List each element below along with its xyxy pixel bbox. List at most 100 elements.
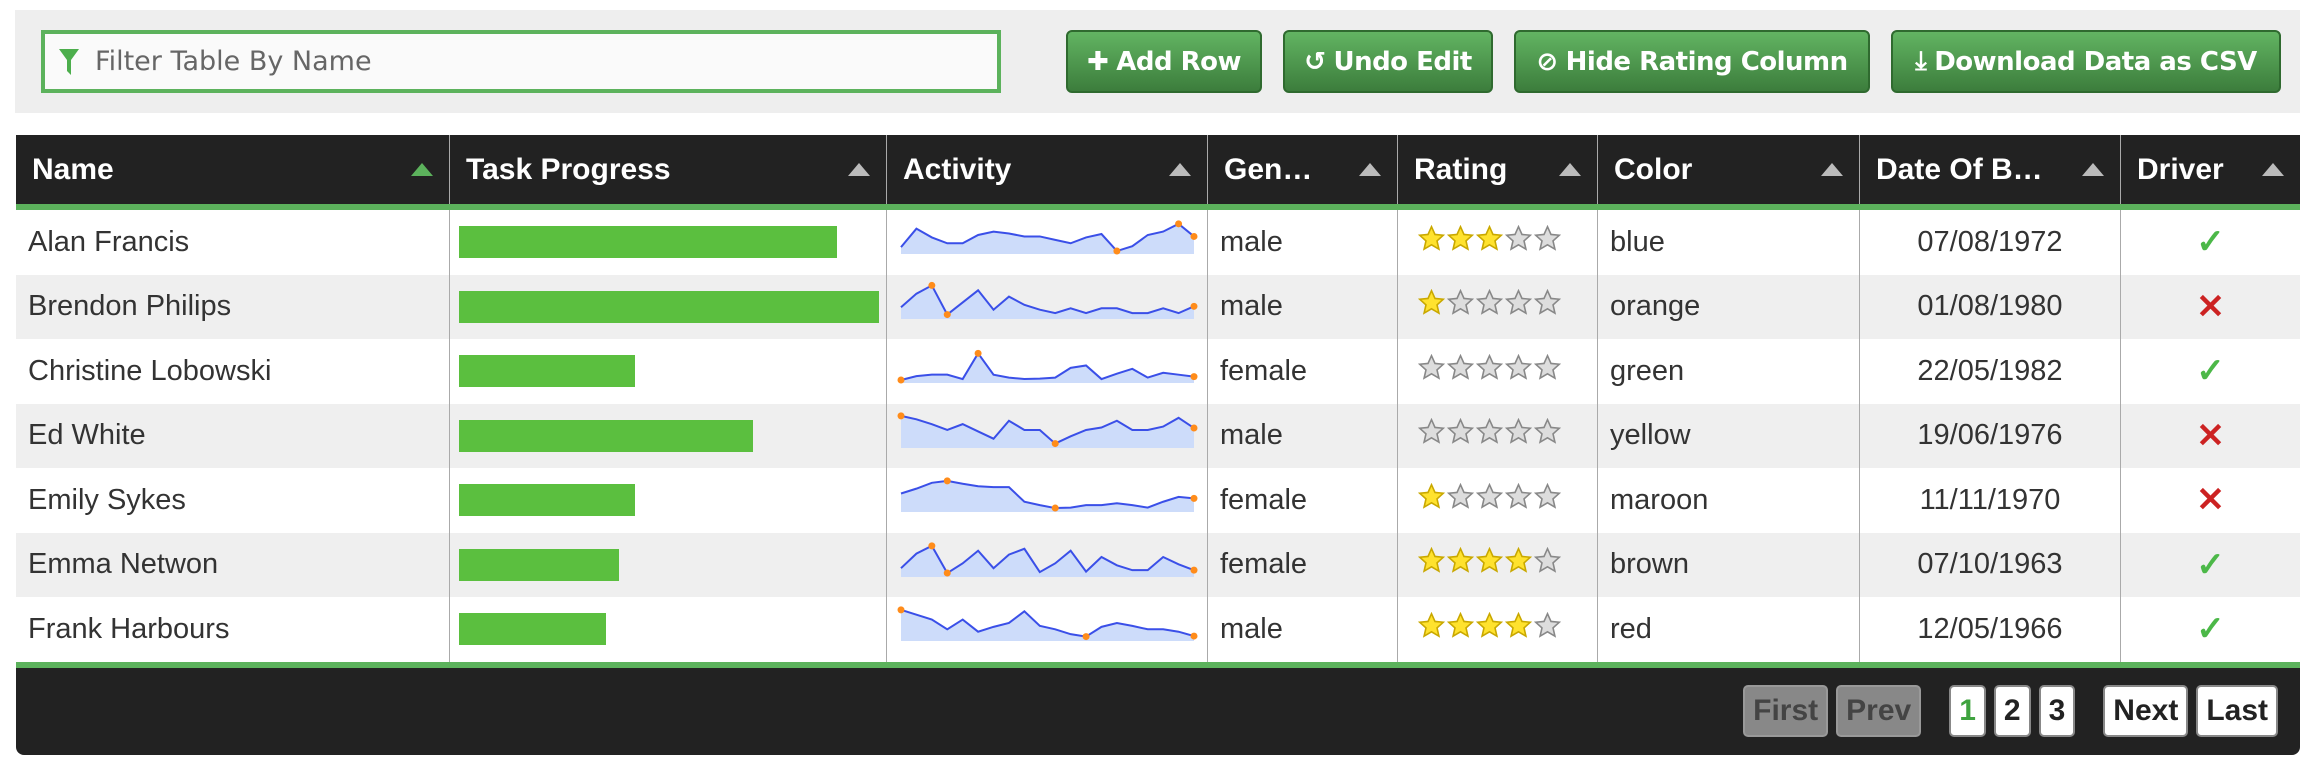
table-row[interactable]: Frank Harbours male red 12/05/1966 ✓: [16, 597, 2300, 662]
sort-arrow-icon[interactable]: [2262, 163, 2284, 176]
cell-name[interactable]: Brendon Philips: [16, 274, 450, 339]
cell-activity[interactable]: [887, 210, 1208, 275]
cell-dob[interactable]: 01/08/1980: [1860, 274, 2121, 339]
cell-color[interactable]: green: [1598, 339, 1860, 404]
cell-name[interactable]: Christine Lobowski: [16, 339, 450, 404]
cell-activity[interactable]: [887, 532, 1208, 597]
page-button-3[interactable]: 3: [2038, 685, 2076, 737]
column-header-progress[interactable]: Task Progress: [450, 135, 887, 204]
cell-dob[interactable]: 11/11/1970: [1860, 468, 2121, 533]
cell-gender[interactable]: female: [1208, 532, 1398, 597]
first-page-button[interactable]: First: [1743, 685, 1829, 737]
filter-input[interactable]: [95, 46, 975, 77]
column-header-gender[interactable]: Gen…: [1208, 135, 1398, 204]
table-row[interactable]: Emily Sykes female maroon 11/11/1970 ✕: [16, 468, 2300, 533]
sort-arrow-icon[interactable]: [411, 163, 433, 176]
cell-activity[interactable]: [887, 468, 1208, 533]
cell-name[interactable]: Frank Harbours: [16, 597, 450, 662]
sort-arrow-icon[interactable]: [1359, 163, 1381, 176]
cell-driver[interactable]: ✕: [2121, 404, 2300, 469]
cell-dob[interactable]: 07/08/1972: [1860, 210, 2121, 275]
undo-edit-button[interactable]: ↺ Undo Edit: [1283, 30, 1493, 93]
cell-activity[interactable]: [887, 597, 1208, 662]
cell-dob[interactable]: 22/05/1982: [1860, 339, 2121, 404]
cell-driver[interactable]: ✓: [2121, 597, 2300, 662]
sort-arrow-icon[interactable]: [2082, 163, 2104, 176]
sort-arrow-icon[interactable]: [1821, 163, 1843, 176]
cell-activity[interactable]: [887, 274, 1208, 339]
cell-driver[interactable]: ✓: [2121, 339, 2300, 404]
cell-name[interactable]: Ed White: [16, 403, 450, 468]
column-header-rating[interactable]: Rating: [1398, 135, 1598, 204]
column-header-color[interactable]: Color: [1598, 135, 1860, 204]
cell-rating[interactable]: [1398, 274, 1598, 339]
cell-progress[interactable]: [450, 532, 887, 597]
rating-stars[interactable]: [1417, 482, 1563, 518]
add-row-button[interactable]: ✚ Add Row: [1066, 30, 1262, 93]
column-header-activity[interactable]: Activity: [887, 135, 1208, 204]
table-row[interactable]: Ed White male yellow 19/06/1976 ✕: [16, 403, 2300, 469]
prev-page-button[interactable]: Prev: [1836, 685, 1922, 737]
cell-dob[interactable]: 12/05/1966: [1860, 597, 2121, 662]
cell-gender[interactable]: female: [1208, 468, 1398, 533]
cell-rating[interactable]: [1398, 403, 1598, 468]
next-page-button[interactable]: Next: [2103, 685, 2189, 737]
cell-gender[interactable]: female: [1208, 339, 1398, 404]
download-csv-button[interactable]: ⤓ Download Data as CSV: [1891, 30, 2281, 93]
cell-name[interactable]: Emily Sykes: [16, 468, 450, 533]
cell-progress[interactable]: [450, 468, 887, 533]
cell-progress[interactable]: [450, 597, 887, 662]
cell-driver[interactable]: ✕: [2121, 468, 2300, 533]
rating-stars[interactable]: [1417, 547, 1563, 582]
cell-progress[interactable]: [450, 210, 887, 275]
rating-stars[interactable]: [1417, 418, 1563, 453]
cell-name[interactable]: Emma Netwon: [16, 532, 450, 597]
hide-rating-column-button[interactable]: ⊘ Hide Rating Column: [1514, 30, 1870, 93]
cell-color[interactable]: orange: [1598, 274, 1860, 339]
cell-gender[interactable]: male: [1208, 274, 1398, 339]
cell-activity[interactable]: [887, 339, 1208, 404]
cell-progress[interactable]: [450, 339, 887, 404]
filter-field[interactable]: [41, 30, 1001, 93]
dob-text: 11/11/1970: [1919, 483, 2061, 516]
column-header-name[interactable]: Name: [16, 135, 450, 204]
rating-stars[interactable]: [1417, 353, 1563, 389]
cell-gender[interactable]: male: [1208, 210, 1398, 275]
cell-color[interactable]: maroon: [1598, 468, 1860, 533]
cell-progress[interactable]: [450, 274, 887, 339]
cell-color[interactable]: red: [1598, 597, 1860, 662]
cell-rating[interactable]: [1398, 468, 1598, 533]
table-row[interactable]: Alan Francis male blue 07/08/1972 ✓: [16, 210, 2300, 275]
cell-driver[interactable]: ✕: [2121, 275, 2300, 340]
cell-rating[interactable]: [1398, 339, 1598, 404]
cell-rating[interactable]: [1398, 597, 1598, 662]
rating-stars[interactable]: [1417, 289, 1563, 324]
cell-dob[interactable]: 07/10/1963: [1860, 532, 2121, 597]
cell-color[interactable]: blue: [1598, 210, 1860, 275]
rating-stars[interactable]: [1417, 224, 1563, 260]
column-header-dob[interactable]: Date Of B…: [1860, 135, 2121, 204]
rating-stars[interactable]: [1417, 611, 1563, 647]
cell-driver[interactable]: ✓: [2121, 533, 2300, 598]
cell-driver[interactable]: ✓: [2121, 210, 2300, 275]
sort-arrow-icon[interactable]: [1169, 163, 1191, 176]
cell-activity[interactable]: [887, 403, 1208, 468]
cell-gender[interactable]: male: [1208, 403, 1398, 468]
cell-dob[interactable]: 19/06/1976: [1860, 403, 2121, 468]
cell-name[interactable]: Alan Francis: [16, 210, 450, 275]
page-button-1[interactable]: 1: [1949, 685, 1986, 737]
column-header-driver[interactable]: Driver: [2121, 135, 2300, 204]
cell-gender[interactable]: male: [1208, 597, 1398, 662]
table-row[interactable]: Brendon Philips male orange 01/08/1980 ✕: [16, 274, 2300, 340]
sort-arrow-icon[interactable]: [1559, 163, 1581, 176]
cell-progress[interactable]: [450, 403, 887, 468]
page-button-2[interactable]: 2: [1993, 685, 2031, 737]
table-row[interactable]: Christine Lobowski female green 22/05/1982 ✓: [16, 339, 2300, 404]
cell-color[interactable]: brown: [1598, 532, 1860, 597]
cell-color[interactable]: yellow: [1598, 403, 1860, 468]
cell-rating[interactable]: [1398, 210, 1598, 275]
table-row[interactable]: Emma Netwon female brown 07/10/1963 ✓: [16, 532, 2300, 598]
sort-arrow-icon[interactable]: [848, 163, 870, 176]
cell-rating[interactable]: [1398, 532, 1598, 597]
last-page-button[interactable]: Last: [2196, 685, 2278, 737]
